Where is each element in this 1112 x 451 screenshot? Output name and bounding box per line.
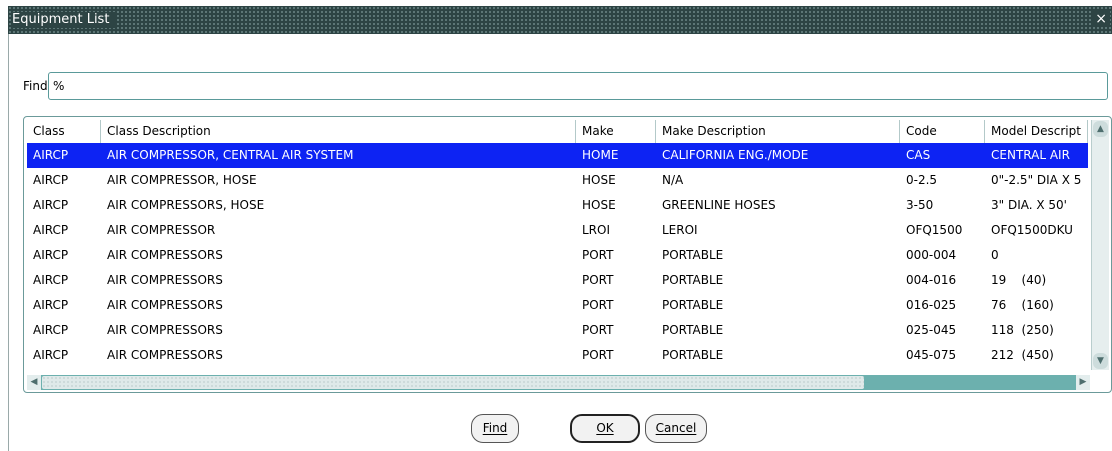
equipment-grid: Class Class Description Make Make Descri… — [23, 116, 1112, 393]
find-button[interactable]: Find — [471, 414, 519, 443]
scroll-right-icon[interactable]: ▶ — [1076, 375, 1090, 390]
cell-code: 3-50 — [906, 198, 934, 212]
cell-code: 016-025 — [906, 298, 957, 312]
scroll-left-icon[interactable]: ◀ — [27, 375, 41, 390]
cell-model-description: 212 (450) — [991, 348, 1054, 362]
table-row[interactable]: AIRCP AIR COMPRESSOR, CENTRAL AIR SYSTEM H… — [27, 143, 1088, 168]
cell-class-description: AIR COMPRESSORS — [107, 298, 223, 312]
cell-model-description: OFQ1500DKU — [991, 223, 1073, 237]
cell-code: 045-075 — [906, 348, 957, 362]
column-header-code[interactable]: Code — [900, 120, 985, 143]
cell-code: CAS — [906, 148, 931, 162]
table-row[interactable]: AIRCP AIR COMPRESSORS PORT PORTABLE 004-016 1… — [27, 268, 1088, 293]
cell-code: 000-004 — [906, 248, 957, 262]
cell-make: HOSE — [582, 198, 616, 212]
cell-class-description: AIR COMPRESSORS — [107, 323, 223, 337]
horizontal-scroll-thumb[interactable] — [42, 376, 864, 389]
cell-model-description: 118 (250) — [991, 323, 1054, 337]
cell-make: HOSE — [582, 173, 616, 187]
cell-code: 025-045 — [906, 323, 957, 337]
grid-header: Class Class Description Make Make Descri… — [27, 120, 1088, 144]
column-header-make-description[interactable]: Make Description — [656, 120, 900, 143]
ok-button[interactable]: OK — [570, 414, 640, 443]
find-label: Find — [23, 79, 48, 93]
cell-class-description: AIR COMPRESSORS — [107, 273, 223, 287]
cell-class-description: AIR COMPRESSOR — [107, 223, 216, 237]
scroll-down-icon[interactable]: ▼ — [1093, 353, 1108, 369]
cell-make-description: N/A — [662, 173, 684, 187]
cell-make: HOME — [582, 148, 619, 162]
cell-make: PORT — [582, 248, 614, 262]
cell-model-description: 3" DIA. X 50' — [991, 198, 1067, 212]
cell-make-description: CALIFORNIA ENG./MODE — [662, 148, 809, 162]
cell-class: AIRCP — [33, 273, 69, 287]
cell-code: OFQ1500 — [906, 223, 963, 237]
cell-code: 0-2.5 — [906, 173, 938, 187]
cell-class: AIRCP — [33, 223, 69, 237]
cancel-button[interactable]: Cancel — [645, 414, 707, 443]
column-header-model-description[interactable]: Model Descript — [985, 120, 1088, 143]
cell-class: AIRCP — [33, 348, 69, 362]
horizontal-scrollbar[interactable]: ◀ ▶ — [27, 375, 1090, 390]
close-icon[interactable]: × — [1092, 11, 1110, 27]
title-bar[interactable]: Equipment List × — [8, 6, 1112, 34]
cell-make-description: GREENLINE HOSES — [662, 198, 776, 212]
table-row[interactable]: AIRCP AIR COMPRESSORS PORT PORTABLE 045-075 2… — [27, 343, 1088, 368]
cell-class: AIRCP — [33, 148, 69, 162]
find-input[interactable] — [48, 72, 1108, 100]
cell-model-description: 76 (160) — [991, 298, 1054, 312]
cell-class-description: AIR COMPRESSORS — [107, 348, 223, 362]
table-row[interactable]: AIRCP AIR COMPRESSORS PORT PORTABLE 000-004 0 — [27, 243, 1088, 268]
column-header-class-description[interactable]: Class Description — [101, 120, 576, 143]
cell-class: AIRCP — [33, 248, 69, 262]
cell-make: LROI — [582, 223, 611, 237]
cell-model-description: 0 — [991, 248, 999, 262]
cell-make-description: PORTABLE — [662, 248, 724, 262]
column-header-class[interactable]: Class — [27, 120, 101, 143]
cell-class-description: AIR COMPRESSORS, HOSE — [107, 198, 265, 212]
cell-model-description: CENTRAL AIR — [991, 148, 1070, 162]
window-title: Equipment List — [12, 12, 118, 28]
vertical-scrollbar[interactable]: ▲ ▼ — [1091, 120, 1109, 370]
cell-make: PORT — [582, 348, 614, 362]
cell-class: AIRCP — [33, 323, 69, 337]
cell-model-description: 19 (40) — [991, 273, 1047, 287]
cell-make-description: LEROI — [662, 223, 698, 237]
cell-class-description: AIR COMPRESSOR, HOSE — [107, 173, 257, 187]
cell-code: 004-016 — [906, 273, 957, 287]
cell-class-description: AIR COMPRESSOR, CENTRAL AIR SYSTEM — [107, 148, 354, 162]
table-row[interactable]: AIRCP AIR COMPRESSORS PORT PORTABLE 025-045 1… — [27, 318, 1088, 343]
cell-make: PORT — [582, 323, 614, 337]
window-border — [8, 34, 9, 451]
table-row[interactable]: AIRCP AIR COMPRESSORS, HOSE HOSE GREENLINE … — [27, 193, 1088, 218]
cell-class: AIRCP — [33, 198, 69, 212]
cell-make-description: PORTABLE — [662, 348, 724, 362]
cell-make-description: PORTABLE — [662, 323, 724, 337]
cell-make: PORT — [582, 273, 614, 287]
cell-class: AIRCP — [33, 173, 69, 187]
cell-make-description: PORTABLE — [662, 273, 724, 287]
table-row[interactable]: AIRCP AIR COMPRESSORS PORT PORTABLE 016-025 7… — [27, 293, 1088, 318]
column-header-make[interactable]: Make — [576, 120, 656, 143]
cell-model-description: 0"-2.5" DIA X 5 — [991, 173, 1082, 187]
grid-rows: AIRCP AIR COMPRESSOR, CENTRAL AIR SYSTEM H… — [27, 143, 1088, 368]
table-row[interactable]: AIRCP AIR COMPRESSOR LROI LEROI OFQ1500 OFQ15… — [27, 218, 1088, 243]
cell-class-description: AIR COMPRESSORS — [107, 248, 223, 262]
cell-class: AIRCP — [33, 298, 69, 312]
scroll-up-icon[interactable]: ▲ — [1093, 121, 1108, 137]
table-row[interactable]: AIRCP AIR COMPRESSOR, HOSE HOSE N/A 0-2.5 0"-… — [27, 168, 1088, 193]
cell-make: PORT — [582, 298, 614, 312]
cell-make-description: PORTABLE — [662, 298, 724, 312]
